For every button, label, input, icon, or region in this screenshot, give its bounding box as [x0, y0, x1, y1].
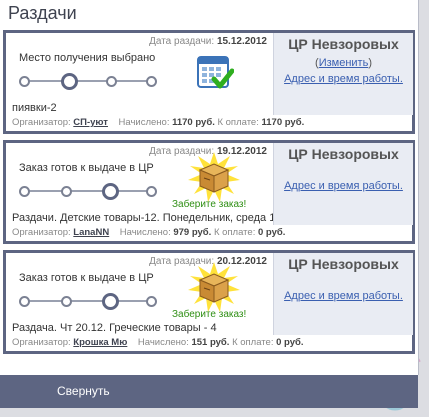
due-value: 0 руб.	[257, 227, 286, 238]
delivery-card: Дата раздачи: 19.12.2012 Заказ готов к в…	[3, 140, 415, 244]
delivery-date: Дата раздачи: 15.12.2012	[149, 36, 267, 47]
delivery-status: Заказ готов к выдаче в ЦР	[19, 162, 154, 174]
organizer-label: Организатор:	[12, 117, 71, 128]
collapse-button[interactable]: Свернуть	[0, 375, 418, 408]
delivery-info: Дата раздачи: 19.12.2012 Заказ готов к в…	[6, 143, 348, 241]
charged-label: Начислено:	[119, 227, 171, 238]
package-ready-icon	[184, 262, 244, 312]
due-value: 1170 руб.	[261, 117, 305, 128]
delivery-description: Раздача. Чт 20.12. Греческие товары - 4	[12, 322, 217, 334]
address-hours-link[interactable]: Адрес и время работы.	[274, 73, 413, 85]
date-label: Дата раздачи:	[149, 36, 215, 47]
charged-value: 979 руб.	[173, 227, 212, 238]
progress-step-current	[102, 293, 119, 310]
organizer-link[interactable]: СП-уют	[73, 117, 108, 128]
change-pickup-link[interactable]: Изменить	[319, 57, 369, 69]
charged-value: 1170 руб.	[172, 117, 215, 128]
progress-track	[19, 73, 157, 90]
progress-step-current	[61, 73, 78, 90]
package-ready-icon	[184, 152, 244, 202]
progress-step	[19, 296, 30, 307]
charged-value: 151 руб.	[191, 337, 230, 348]
pickup-alert: Заберите заказ!	[172, 309, 247, 320]
delivery-status: Заказ готов к выдаче в ЦР	[19, 272, 154, 284]
progress-line	[24, 80, 152, 82]
calendar-check-icon	[196, 53, 235, 91]
due-value: 0 руб.	[276, 337, 304, 348]
address-hours-link[interactable]: Адрес и время работы.	[274, 180, 413, 192]
progress-step	[61, 296, 72, 307]
pickup-point: ЦР Невзоровых Адрес и время работы.	[273, 253, 413, 335]
progress-step	[146, 76, 157, 87]
progress-step-current	[102, 183, 119, 200]
progress-step	[106, 76, 117, 87]
progress-step	[19, 186, 30, 197]
delivery-meta: Организатор: Крошка Мю Начислено: 151 ру…	[12, 337, 304, 348]
organizer-link[interactable]: LanaNN	[73, 227, 109, 238]
organizer-label: Организатор:	[12, 337, 71, 348]
organizer-label: Организатор:	[12, 227, 71, 238]
pickup-point-name: ЦР Невзоровых	[288, 256, 399, 272]
delivery-info: Дата раздачи: 20.12.2012 Заказ готов к в…	[6, 253, 304, 351]
progress-step	[146, 296, 157, 307]
deliveries-panel: Раздачи Дата раздачи: 15.12.2012 Место п…	[0, 0, 419, 408]
delivery-status: Место получения выбрано	[19, 52, 156, 64]
progress-track	[19, 293, 157, 310]
pickup-point-name: ЦР Невзоровых	[288, 146, 399, 162]
delivery-card: Дата раздачи: 15.12.2012 Место получения…	[3, 30, 415, 134]
due-label: К оплате:	[217, 117, 259, 128]
progress-step	[61, 186, 72, 197]
date-value: 15.12.2012	[216, 36, 267, 47]
collapse-button-label: Свернуть	[57, 384, 110, 398]
progress-step	[19, 76, 30, 87]
pickup-change: (Изменить)	[315, 57, 372, 69]
delivery-card: Дата раздачи: 20.12.2012 Заказ готов к в…	[3, 250, 415, 354]
delivery-info: Дата раздачи: 15.12.2012 Место получения…	[6, 33, 304, 131]
due-label: К оплате:	[213, 227, 256, 238]
progress-line	[24, 190, 152, 192]
pickup-point: ЦР Невзоровых Адрес и время работы.	[273, 143, 413, 225]
section-title: Раздачи	[8, 3, 77, 23]
address-hours-link[interactable]: Адрес и время работы.	[274, 290, 413, 302]
pickup-point: ЦР Невзоровых (Изменить) Адрес и время р…	[273, 33, 413, 115]
progress-step	[146, 186, 157, 197]
pickup-point-name: ЦР Невзоровых	[288, 36, 399, 52]
charged-label: Начислено:	[118, 117, 170, 128]
due-label: К оплате:	[232, 337, 274, 348]
progress-track	[19, 183, 157, 200]
progress-line	[24, 300, 152, 302]
organizer-link[interactable]: Крошка Мю	[73, 337, 127, 348]
charged-label: Начислено:	[137, 337, 189, 348]
delivery-meta: Организатор: LanaNN Начислено: 979 руб. …	[12, 227, 285, 238]
pickup-alert: Заберите заказ!	[172, 199, 247, 210]
delivery-meta: Организатор: СП-уют Начислено: 1170 руб.…	[12, 117, 304, 128]
delivery-description: пиявки-2	[12, 102, 57, 114]
